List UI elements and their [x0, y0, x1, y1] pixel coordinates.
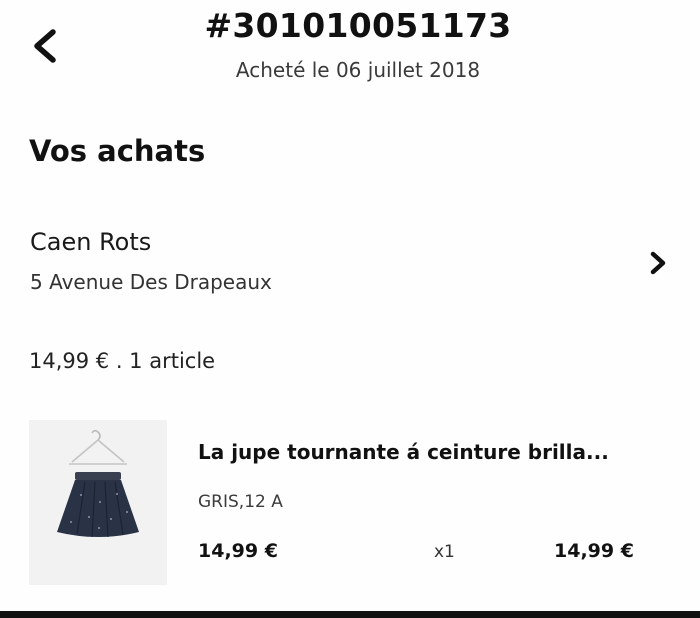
- product-variant: GRIS,12 A: [198, 492, 283, 512]
- product-title: La jupe tournante á ceinture brilla...: [198, 440, 609, 464]
- product-image: [29, 420, 167, 585]
- purchase-date: Acheté le 06 juillet 2018: [235, 58, 481, 82]
- store-address: 5 Avenue Des Drapeaux: [30, 270, 272, 294]
- product-total-price: 14,99 €: [554, 540, 634, 562]
- bottom-divider: [0, 611, 700, 618]
- section-title: Vos achats: [29, 134, 206, 168]
- skirt-image: [29, 420, 167, 585]
- store-name: Caen Rots: [30, 228, 152, 256]
- purchase-summary: 14,99 € . 1 article: [29, 349, 216, 373]
- order-number: #301010051173: [204, 6, 512, 45]
- store-row[interactable]: Caen Rots 5 Avenue Des Drapeaux: [0, 224, 700, 304]
- product-item[interactable]: La jupe tournante á ceinture brilla... G…: [0, 420, 700, 590]
- product-quantity: x1: [434, 542, 455, 562]
- order-detail-page: #301010051173 Acheté le 06 juillet 2018 …: [0, 0, 700, 618]
- chevron-right-icon: [650, 251, 666, 275]
- product-unit-price: 14,99 €: [198, 540, 278, 562]
